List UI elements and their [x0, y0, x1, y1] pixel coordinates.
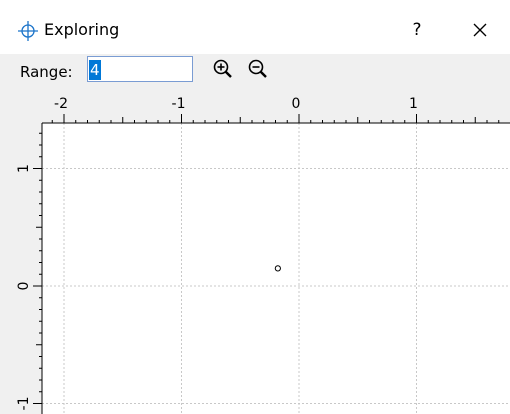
- x-tick-label: 1: [409, 96, 418, 112]
- exploring-window: Exploring ? Range: 4 -2-10110-1: [0, 0, 510, 414]
- y-tick-label: 0: [16, 282, 32, 291]
- x-tick-label: -1: [172, 96, 186, 112]
- plot-area[interactable]: -2 -1 0 1 1 0 -1: [0, 0, 510, 414]
- x-tick-label: 0: [292, 96, 301, 112]
- x-tick-label: -2: [54, 96, 68, 112]
- y-tick-label: 1: [16, 164, 32, 173]
- data-point[interactable]: [274, 265, 281, 272]
- y-tick-label: -1: [16, 397, 32, 411]
